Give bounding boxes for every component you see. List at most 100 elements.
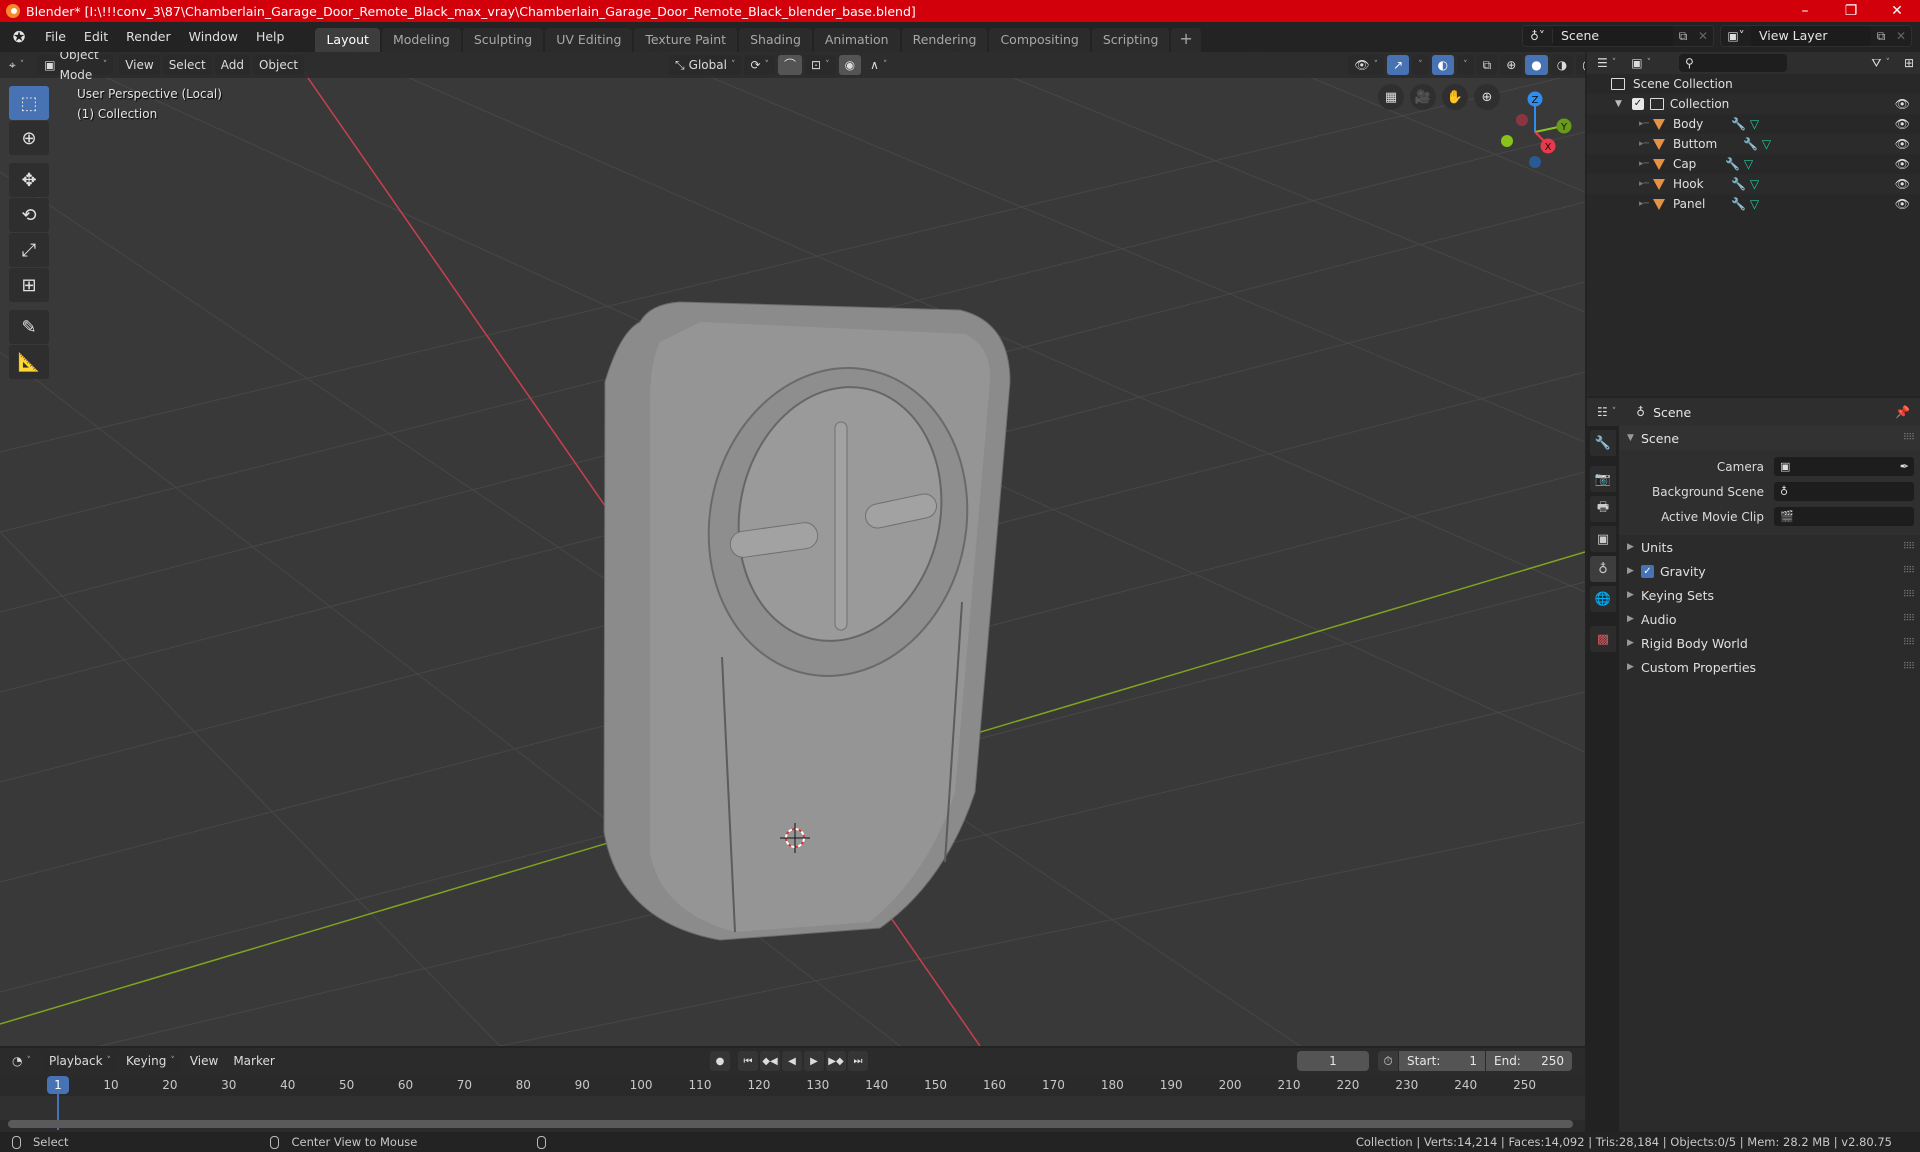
- start-frame-field[interactable]: Start: 1: [1399, 1051, 1485, 1071]
- units-panel-header[interactable]: ▶ Units ⠿⠿: [1619, 535, 1920, 559]
- overlays-dropdown[interactable]: ˅: [1457, 55, 1474, 75]
- display-mode-dropdown[interactable]: ▣ ˅: [1625, 53, 1657, 73]
- timeline-view-menu[interactable]: View: [184, 1051, 224, 1071]
- active-movie-clip-field[interactable]: 🎬: [1774, 507, 1914, 526]
- view-layer-tab-icon[interactable]: ▣: [1590, 526, 1616, 552]
- scale-tool-icon[interactable]: ⤢: [9, 233, 49, 267]
- jump-to-end-icon[interactable]: ⏭: [848, 1051, 868, 1071]
- gizmo-toggle-icon[interactable]: ↗: [1387, 55, 1410, 75]
- transform-orientation-dropdown[interactable]: ⤡ Global ˅: [669, 55, 742, 75]
- tab-compositing[interactable]: Compositing: [989, 28, 1090, 52]
- record-keyframe-icon[interactable]: ●: [710, 1051, 730, 1071]
- visibility-eye-icon[interactable]: 👁: [1895, 157, 1910, 171]
- visibility-eye-icon[interactable]: 👁: [1895, 197, 1910, 211]
- drag-grip-icon[interactable]: ⠿⠿: [1903, 614, 1915, 624]
- play-icon[interactable]: ▶: [804, 1051, 824, 1071]
- xray-toggle-icon[interactable]: ⧉: [1476, 55, 1498, 75]
- shading-wireframe-icon[interactable]: ⊕: [1500, 55, 1523, 75]
- rotate-tool-icon[interactable]: ⟲: [9, 198, 49, 232]
- toggle-grid-view-icon[interactable]: ▦: [1378, 84, 1404, 110]
- camera-field[interactable]: ▣ ✒: [1774, 457, 1914, 476]
- tab-animation[interactable]: Animation: [813, 28, 900, 52]
- menu-file[interactable]: File: [36, 25, 75, 49]
- filter-dropdown[interactable]: ⛛ ˅: [1865, 53, 1896, 73]
- render-tab-icon[interactable]: 📷: [1590, 466, 1616, 492]
- jump-to-next-keyframe-icon[interactable]: ▶◆: [826, 1051, 846, 1071]
- snap-toggle-icon[interactable]: ⌒: [778, 55, 803, 75]
- delete-view-layer-icon[interactable]: ✕: [1891, 29, 1911, 43]
- collection-exclude-checkbox[interactable]: ✓: [1631, 98, 1644, 110]
- mesh-data-icon[interactable]: ▽: [1750, 117, 1759, 131]
- timeline-scrollbar[interactable]: [8, 1120, 1573, 1128]
- new-scene-icon[interactable]: ⧉: [1673, 29, 1693, 44]
- maximize-button[interactable]: ❐: [1828, 0, 1874, 22]
- mesh-data-icon[interactable]: ▽: [1762, 137, 1771, 151]
- scene-collection-row[interactable]: Scene Collection: [1587, 74, 1920, 94]
- delete-scene-icon[interactable]: ✕: [1693, 29, 1713, 43]
- close-button[interactable]: ✕: [1874, 0, 1920, 22]
- visibility-eye-icon[interactable]: 👁: [1895, 137, 1910, 151]
- view-layer-selector[interactable]: ▣˅ View Layer ⧉ ✕: [1720, 25, 1912, 47]
- menu-edit[interactable]: Edit: [75, 25, 117, 49]
- drag-grip-icon[interactable]: ⠿⠿: [1903, 433, 1915, 443]
- transform-tool-icon[interactable]: ⊞: [9, 268, 49, 302]
- outliner-editor-type-icon[interactable]: ☰ ˅: [1591, 53, 1622, 73]
- tab-modeling[interactable]: Modeling: [381, 28, 461, 52]
- add-workspace-button[interactable]: +: [1171, 28, 1201, 52]
- preview-range-clock-icon[interactable]: ⏱: [1378, 1051, 1398, 1071]
- modifier-wrench-icon[interactable]: 🔧: [1731, 177, 1746, 191]
- pivot-point-dropdown[interactable]: ⟳ ˅: [744, 55, 775, 75]
- keying-menu[interactable]: Keying ˅: [120, 1051, 181, 1071]
- modifier-wrench-icon[interactable]: 🔧: [1731, 197, 1746, 211]
- select-box-tool-icon[interactable]: ⬚: [9, 86, 49, 120]
- texture-tab-icon[interactable]: ▩: [1590, 626, 1616, 652]
- move-tool-icon[interactable]: ✥: [9, 163, 49, 197]
- menu-select[interactable]: Select: [162, 55, 212, 75]
- mesh-data-icon[interactable]: ▽: [1750, 197, 1759, 211]
- tab-layout[interactable]: Layout: [315, 28, 380, 52]
- mesh-data-icon[interactable]: ▽: [1750, 177, 1759, 191]
- view-layer-name-field[interactable]: View Layer: [1751, 26, 1871, 46]
- visibility-eye-icon[interactable]: 👁: [1895, 177, 1910, 191]
- proportional-falloff-dropdown[interactable]: ∧ ˅: [864, 55, 893, 75]
- timeline-editor-type-icon[interactable]: ◔ ˅: [6, 1051, 37, 1071]
- properties-editor-type-icon[interactable]: ☷ ˅: [1591, 402, 1622, 422]
- outliner-object-row[interactable]: ▸─ Panel 🔧 ▽ 👁: [1587, 194, 1920, 214]
- menu-view[interactable]: View: [119, 55, 160, 75]
- gizmo-dropdown[interactable]: ˅: [1412, 55, 1429, 75]
- menu-object[interactable]: Object: [252, 55, 305, 75]
- snap-target-dropdown[interactable]: ⊡ ˅: [805, 55, 836, 75]
- world-tab-icon[interactable]: 🌐: [1590, 586, 1616, 612]
- eyedropper-icon[interactable]: ✒: [1900, 460, 1909, 473]
- tab-scripting[interactable]: Scripting: [1091, 28, 1170, 52]
- scene-panel-header[interactable]: ▼ Scene ⠿⠿: [1619, 426, 1920, 450]
- pan-hand-icon[interactable]: ✋: [1442, 84, 1468, 110]
- outliner-search-input[interactable]: ⚲: [1679, 54, 1787, 72]
- modifier-wrench-icon[interactable]: 🔧: [1731, 117, 1746, 131]
- navigation-gizmo[interactable]: Z Y X: [1495, 84, 1585, 174]
- menu-window[interactable]: Window: [180, 25, 247, 49]
- drag-grip-icon[interactable]: ⠿⠿: [1903, 542, 1915, 552]
- menu-render[interactable]: Render: [117, 25, 180, 49]
- tab-rendering[interactable]: Rendering: [901, 28, 988, 52]
- shading-material-icon[interactable]: ◑: [1550, 55, 1574, 75]
- custom-properties-panel-header[interactable]: ▶ Custom Properties ⠿⠿: [1619, 655, 1920, 679]
- rigid-body-world-panel-header[interactable]: ▶ Rigid Body World ⠿⠿: [1619, 631, 1920, 655]
- play-reverse-icon[interactable]: ◀: [782, 1051, 802, 1071]
- visibility-eye-icon[interactable]: 👁: [1895, 97, 1910, 111]
- drag-grip-icon[interactable]: ⠿⠿: [1903, 566, 1915, 576]
- mode-selector[interactable]: ▣ Object Mode ˅: [38, 52, 114, 82]
- gravity-panel-header[interactable]: ▶ ✓ Gravity ⠿⠿: [1619, 559, 1920, 583]
- annotate-tool-icon[interactable]: ✎: [9, 310, 49, 344]
- measure-tool-icon[interactable]: 📐: [9, 345, 49, 379]
- outliner-object-row[interactable]: ▸─ Body 🔧 ▽ 👁: [1587, 114, 1920, 134]
- scene-tab-icon[interactable]: ♁: [1590, 556, 1616, 582]
- cursor-tool-icon[interactable]: ⊕: [9, 121, 49, 155]
- menu-add[interactable]: Add: [214, 55, 250, 75]
- modifier-wrench-icon[interactable]: 🔧: [1743, 137, 1758, 151]
- jump-to-start-icon[interactable]: ⏮: [738, 1051, 758, 1071]
- scene-icon[interactable]: ♁˅: [1523, 29, 1553, 43]
- pin-icon[interactable]: 📌: [1895, 405, 1910, 419]
- editor-type-3d-viewport-icon[interactable]: ⌖ ˅: [3, 55, 30, 75]
- minimize-button[interactable]: –: [1782, 0, 1828, 22]
